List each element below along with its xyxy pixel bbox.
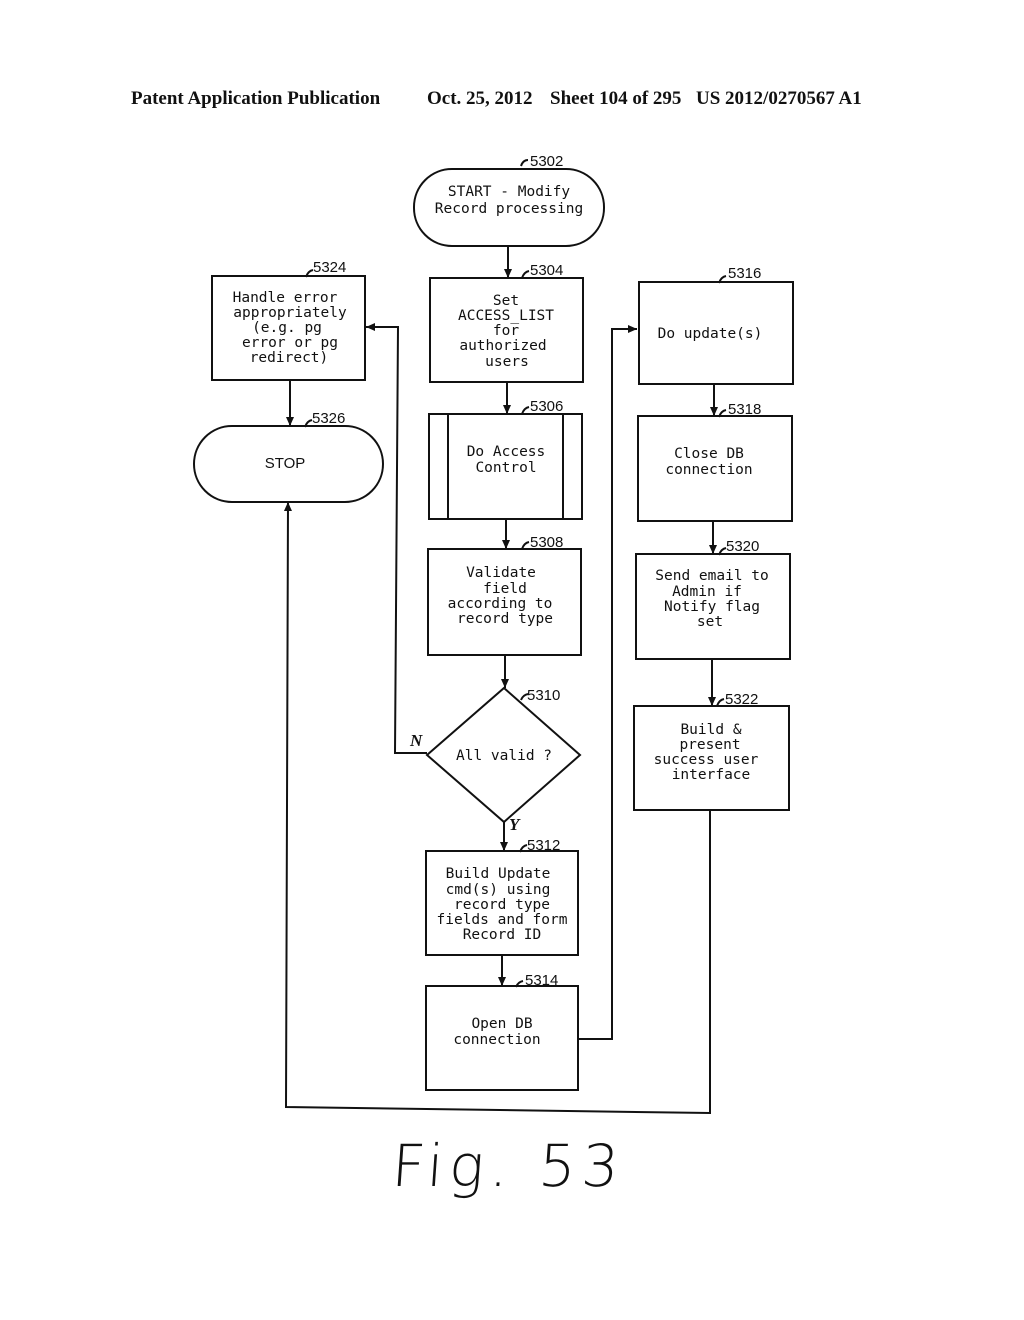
ref-5302: 5302 [530,153,563,170]
node-5304-line-2: ACCESS_LIST [458,308,554,324]
ref-5318: 5318 [728,401,761,418]
node-5302-start: START - Modify Record processing 5302 [413,153,605,247]
node-5306-do-access-control: Do Access Control 5306 [428,398,583,520]
node-5304-line-4: authorized [459,338,546,354]
ref-5304: 5304 [530,262,563,279]
node-5322-line-2: present [679,737,740,753]
node-5322-build-success-ui: Build & present success user interface 5… [633,691,790,811]
node-5304-line-1: Set [493,293,519,309]
node-5322-line-1: Build & [680,722,741,738]
no-branch-label: N [409,731,423,750]
node-5318-line-1: Close DB [674,446,744,462]
node-5312-line-2: cmd(s) using [446,882,551,898]
node-5308-line-3: according to [448,596,553,612]
node-5304-line-3: for [493,323,519,339]
node-5320-line-4: set [697,614,723,630]
ref-5320: 5320 [726,538,759,555]
node-5314-line-2: connection [453,1032,540,1048]
node-5320-line-1: Send email to [655,568,769,584]
node-5304-set-access-list: Set ACCESS_LIST for authorized users 530… [429,262,584,383]
node-5308-line-4: record type [457,611,553,627]
node-5318-line-2: connection [665,462,752,478]
node-5312-build-update-cmds: Build Update cmd(s) using record type fi… [425,837,579,956]
node-5320-line-3: Notify flag [664,599,760,615]
node-5320-send-email: Send email to Admin if Notify flag set 5… [635,538,791,660]
node-5302-line-2: Record processing [435,201,583,217]
node-5302-line-1: START - Modify [448,184,570,200]
ref-5314: 5314 [525,972,558,989]
node-5304-line-5: users [485,354,529,370]
ref-5326: 5326 [312,410,345,427]
yes-branch-label: Y [509,815,521,834]
node-5308-line-2: field [483,581,527,597]
edge-5314-5316 [578,325,637,1040]
node-5322-line-4: interface [672,767,751,783]
node-5310-all-valid-decision: All valid ? 5310 N Y [409,686,582,834]
node-5312-line-5: Record ID [463,927,542,943]
node-5316-text: Do update(s) [658,326,763,342]
node-5314-open-db-connection: Open DB connection 5314 [425,972,579,1091]
node-5324-handle-error: Handle error appropriately (e.g. pg erro… [211,259,366,381]
node-5308-validate-field: Validate field according to record type … [427,534,582,656]
ref-5324: 5324 [313,259,346,276]
ref-5306: 5306 [530,398,563,415]
ref-5316: 5316 [728,265,761,282]
node-5324-line-3: (e.g. pg [252,320,322,336]
node-5314-line-1: Open DB [471,1016,532,1032]
node-5322-line-3: success user [654,752,759,768]
node-5308-line-1: Validate [466,565,536,581]
ref-5322: 5322 [725,691,758,708]
ref-5308: 5308 [530,534,563,551]
figure-label: Fig. 53 [389,1132,628,1200]
node-5306-line-2: Control [475,460,536,476]
node-5312-line-4: fields and form [437,912,568,928]
node-5324-line-2: appropriately [233,305,347,321]
ref-5310: 5310 [527,687,560,704]
node-5324-line-4: error or pg [242,335,338,351]
ref-5312: 5312 [527,837,560,854]
node-5320-line-2: Admin if [672,584,742,600]
node-5318-close-db-connection: Close DB connection 5318 [637,401,793,522]
node-5326-text: STOP [265,455,306,472]
node-5310-text: All valid ? [456,748,552,764]
node-5324-line-1: Handle error [233,290,338,306]
node-5324-line-5: redirect) [250,350,329,366]
node-5312-line-1: Build Update [446,866,551,882]
node-5306-line-1: Do Access [467,444,546,460]
flowchart: START - Modify Record processing 5302 Se… [193,153,794,1115]
node-5312-line-3: record type [454,897,550,913]
edge-5310-5324-no [366,323,427,754]
node-5316-do-updates: Do update(s) 5316 [638,265,794,385]
node-5326-stop: STOP 5326 [193,410,384,503]
